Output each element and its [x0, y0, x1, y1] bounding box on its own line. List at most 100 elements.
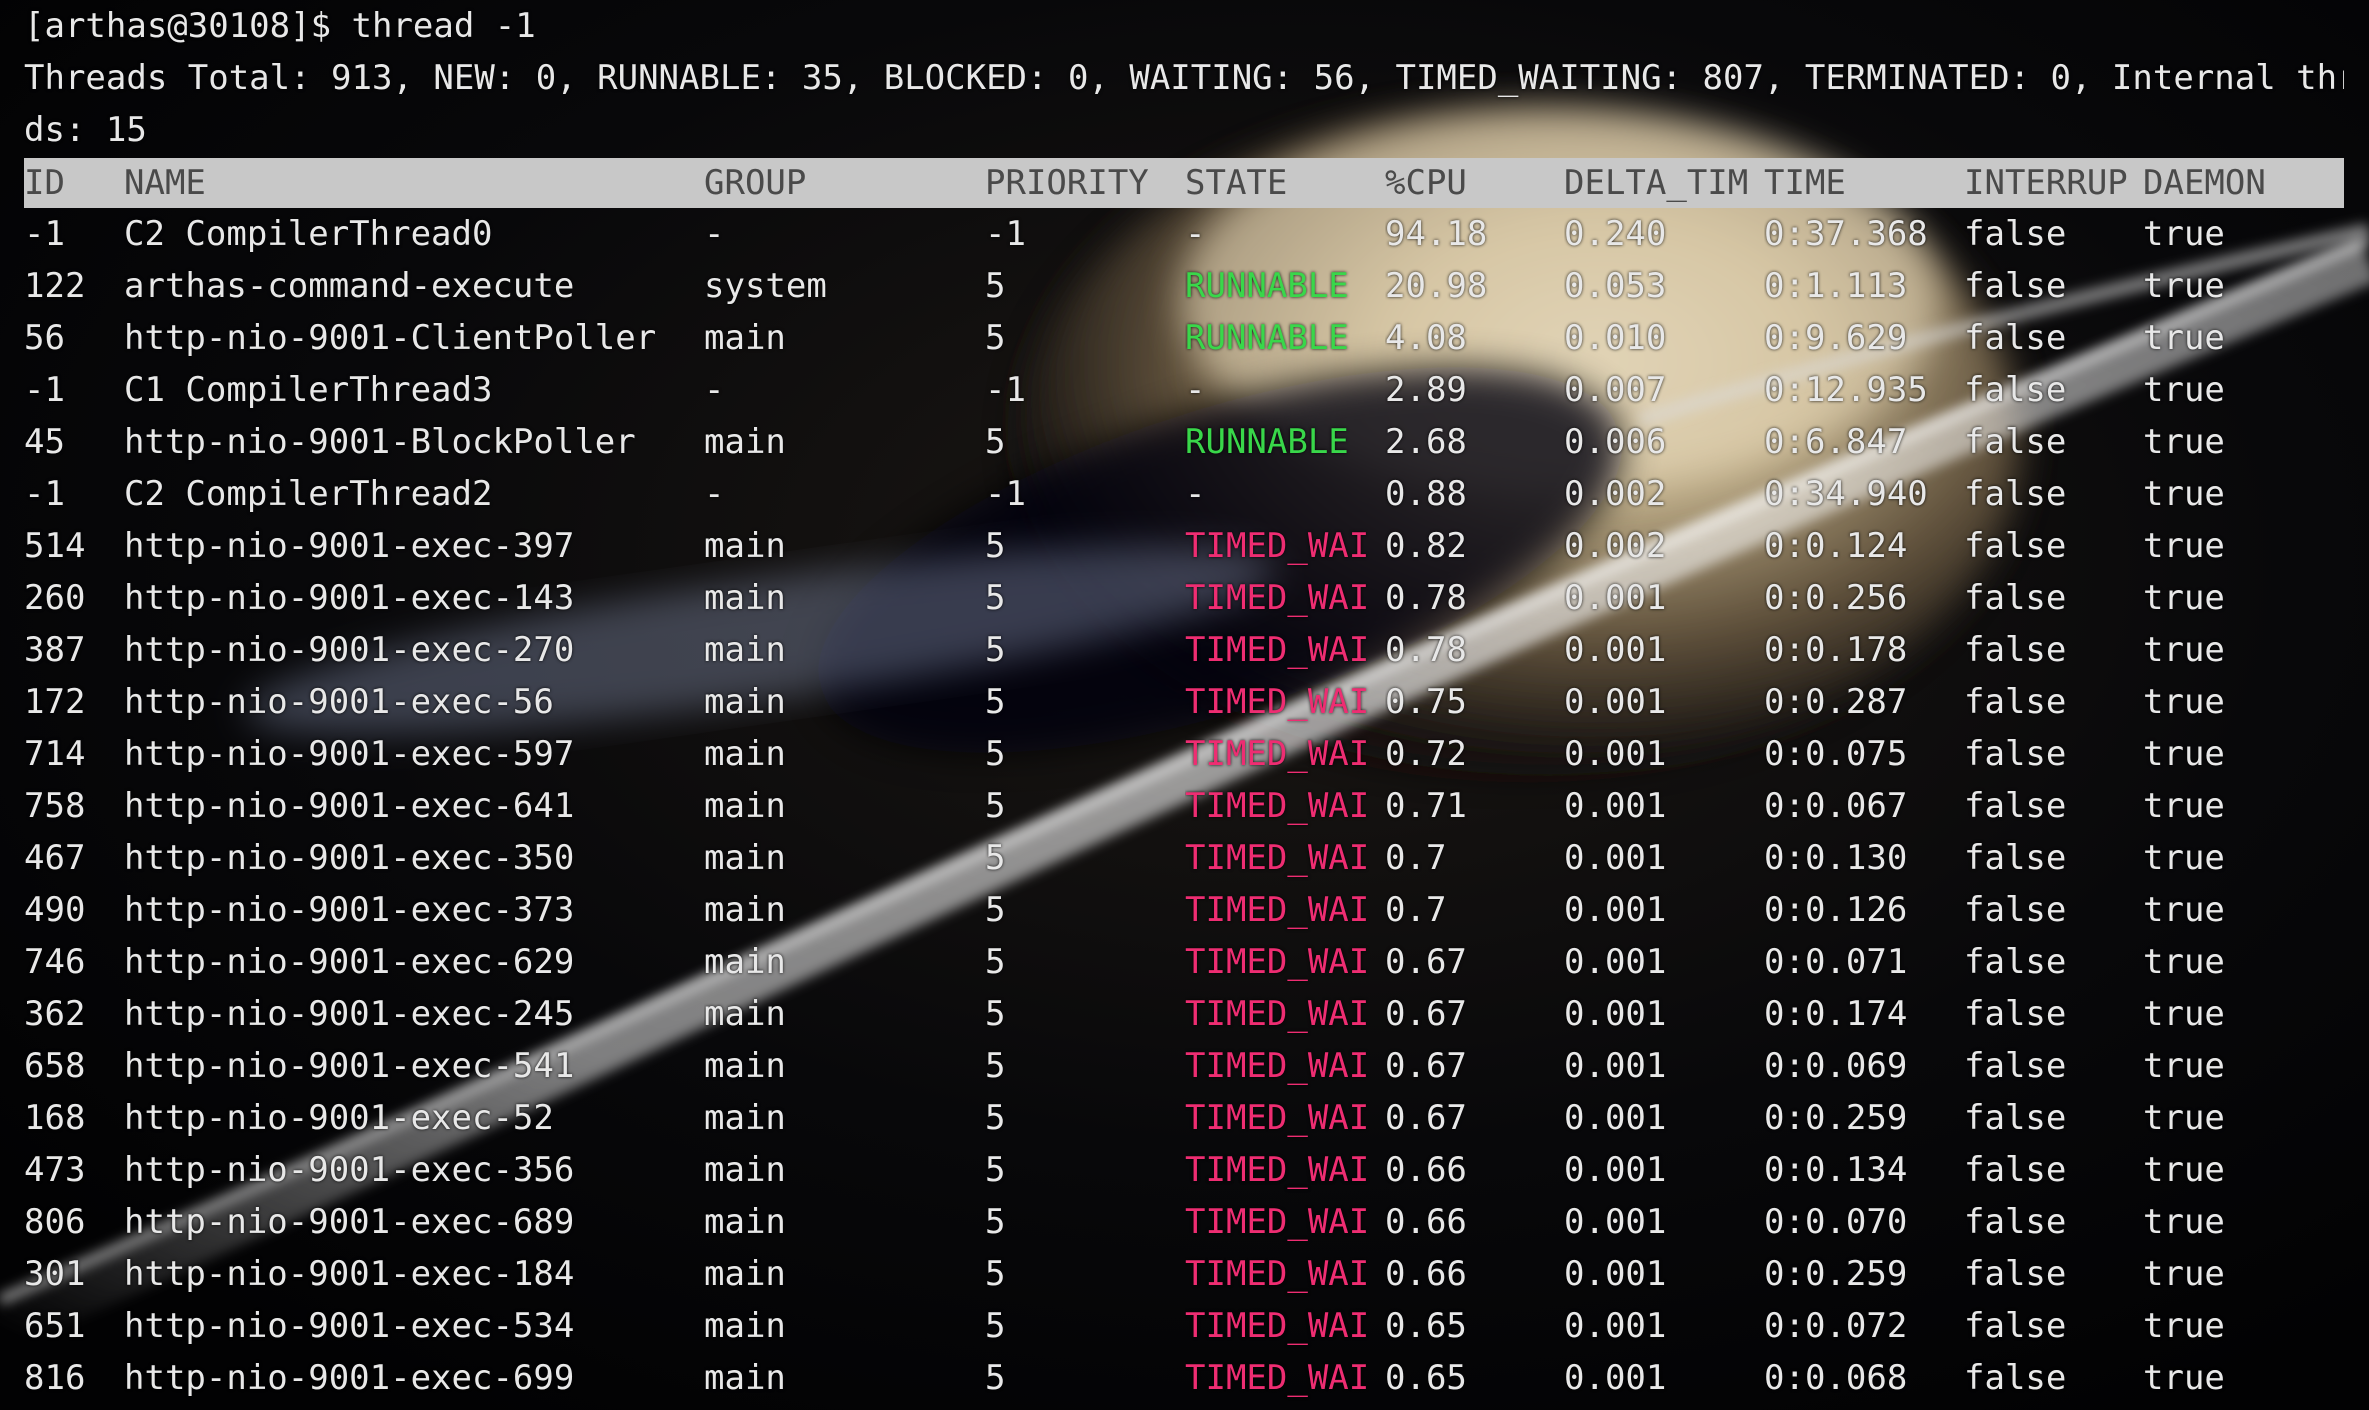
thread-time: 0:6.847: [1764, 422, 1908, 462]
thread-name: http-nio-9001-exec-541: [124, 1046, 575, 1086]
thread-cpu: 0.67: [1385, 1046, 1467, 1086]
thread-name: http-nio-9001-exec-689: [124, 1202, 575, 1242]
thread-priority: -1: [985, 214, 1026, 254]
thread-priority: 5: [985, 994, 1006, 1034]
thread-id: 651: [24, 1306, 86, 1346]
thread-state: TIMED_WAI: [1185, 526, 1370, 566]
thread-group: main: [704, 734, 786, 774]
thread-id: -1: [24, 370, 65, 410]
thread-group: main: [704, 1202, 786, 1242]
thread-state: RUNNABLE: [1185, 318, 1349, 358]
thread-priority: 5: [985, 682, 1006, 722]
thread-time: 0:0.075: [1764, 734, 1908, 774]
thread-daemon: true: [2143, 1306, 2225, 1346]
thread-group: main: [704, 942, 786, 982]
thread-id: 45: [24, 422, 65, 462]
thread-daemon: true: [2143, 786, 2225, 826]
thread-name: http-nio-9001-exec-534: [124, 1306, 575, 1346]
thread-id: 658: [24, 1046, 86, 1086]
thread-group: main: [704, 682, 786, 722]
thread-group: -: [704, 370, 725, 410]
header-interrupted: INTERRUP: [1964, 163, 2128, 203]
thread-delta-time: 0.002: [1564, 526, 1667, 566]
header-delta-time: DELTA_TIM: [1564, 163, 1749, 203]
thread-name: C1 CompilerThread3: [124, 370, 493, 410]
thread-group: main: [704, 1046, 786, 1086]
thread-time: 0:0.178: [1764, 630, 1908, 670]
thread-group: main: [704, 786, 786, 826]
thread-cpu: 0.7: [1385, 838, 1447, 878]
thread-delta-time: 0.001: [1564, 1254, 1667, 1294]
thread-priority: 5: [985, 1046, 1006, 1086]
thread-time: 0:0.067: [1764, 786, 1908, 826]
thread-time: 0:0.256: [1764, 578, 1908, 618]
thread-interrupted: false: [1964, 266, 2067, 306]
thread-name: http-nio-9001-exec-270: [124, 630, 575, 670]
thread-state: TIMED_WAI: [1185, 630, 1370, 670]
thread-state: TIMED_WAI: [1185, 838, 1370, 878]
thread-interrupted: false: [1964, 1202, 2067, 1242]
thread-id: 714: [24, 734, 86, 774]
thread-id: 473: [24, 1150, 86, 1190]
thread-cpu: 0.65: [1385, 1306, 1467, 1346]
thread-time: 0:0.069: [1764, 1046, 1908, 1086]
thread-daemon: true: [2143, 682, 2225, 722]
table-row: 172 http-nio-9001-exec-56 main 5 TIMED_WAI 0.…: [24, 676, 2344, 728]
thread-table-body: -1 C2 CompilerThread0 - -1 - 94.18 0.240 0:37.3…: [24, 208, 2344, 1404]
thread-state: RUNNABLE: [1185, 266, 1349, 306]
table-row: 806 http-nio-9001-exec-689 main 5 TIMED_WAI 0…: [24, 1196, 2344, 1248]
thread-interrupted: false: [1964, 1254, 2067, 1294]
thread-name: http-nio-9001-BlockPoller: [124, 422, 636, 462]
thread-group: main: [704, 422, 786, 462]
thread-cpu: 0.78: [1385, 630, 1467, 670]
thread-interrupted: false: [1964, 890, 2067, 930]
thread-delta-time: 0.001: [1564, 890, 1667, 930]
thread-daemon: true: [2143, 734, 2225, 774]
thread-priority: 5: [985, 630, 1006, 670]
table-row: 651 http-nio-9001-exec-534 main 5 TIMED_WAI 0…: [24, 1300, 2344, 1352]
thread-cpu: 94.18: [1385, 214, 1488, 254]
thread-id: 56: [24, 318, 65, 358]
thread-group: main: [704, 1306, 786, 1346]
thread-name: http-nio-9001-exec-56: [124, 682, 554, 722]
thread-cpu: 0.78: [1385, 578, 1467, 618]
thread-priority: -1: [985, 370, 1026, 410]
thread-interrupted: false: [1964, 1358, 2067, 1398]
thread-group: main: [704, 1254, 786, 1294]
thread-interrupted: false: [1964, 526, 2067, 566]
thread-state: TIMED_WAI: [1185, 1046, 1370, 1086]
table-row: 714 http-nio-9001-exec-597 main 5 TIMED_WAI 0…: [24, 728, 2344, 780]
thread-priority: 5: [985, 1306, 1006, 1346]
thread-state: TIMED_WAI: [1185, 942, 1370, 982]
thread-priority: -1: [985, 474, 1026, 514]
thread-group: main: [704, 1150, 786, 1190]
thread-state: TIMED_WAI: [1185, 1358, 1370, 1398]
thread-name: http-nio-9001-exec-245: [124, 994, 575, 1034]
terminal-window[interactable]: [arthas@30108]$ thread -1 Threads Total:…: [24, 0, 2344, 1404]
thread-time: 0:0.259: [1764, 1098, 1908, 1138]
thread-priority: 5: [985, 942, 1006, 982]
thread-interrupted: false: [1964, 318, 2067, 358]
thread-state: -: [1185, 370, 1206, 410]
thread-interrupted: false: [1964, 994, 2067, 1034]
thread-time: 0:0.071: [1764, 942, 1908, 982]
thread-cpu: 4.08: [1385, 318, 1467, 358]
thread-summary-line: Threads Total: 913, NEW: 0, RUNNABLE: 35…: [24, 58, 2344, 98]
thread-summary-line-continued: ds: 15: [24, 110, 147, 150]
thread-daemon: true: [2143, 890, 2225, 930]
header-state: STATE: [1185, 163, 1288, 203]
thread-delta-time: 0.001: [1564, 1202, 1667, 1242]
thread-time: 0:0.130: [1764, 838, 1908, 878]
table-row: 122 arthas-command-execute system 5 RUNNABLE…: [24, 260, 2344, 312]
thread-name: http-nio-9001-exec-52: [124, 1098, 554, 1138]
thread-id: 467: [24, 838, 86, 878]
thread-priority: 5: [985, 1254, 1006, 1294]
header-priority: PRIORITY: [985, 163, 1149, 203]
thread-cpu: 0.72: [1385, 734, 1467, 774]
thread-interrupted: false: [1964, 578, 2067, 618]
table-header-row: ID NAME GROUP PRIORITY STATE %CPU DELTA_…: [24, 158, 2344, 208]
thread-cpu: 0.66: [1385, 1150, 1467, 1190]
thread-priority: 5: [985, 1150, 1006, 1190]
table-row: 473 http-nio-9001-exec-356 main 5 TIMED_WAI 0…: [24, 1144, 2344, 1196]
thread-state: TIMED_WAI: [1185, 1150, 1370, 1190]
